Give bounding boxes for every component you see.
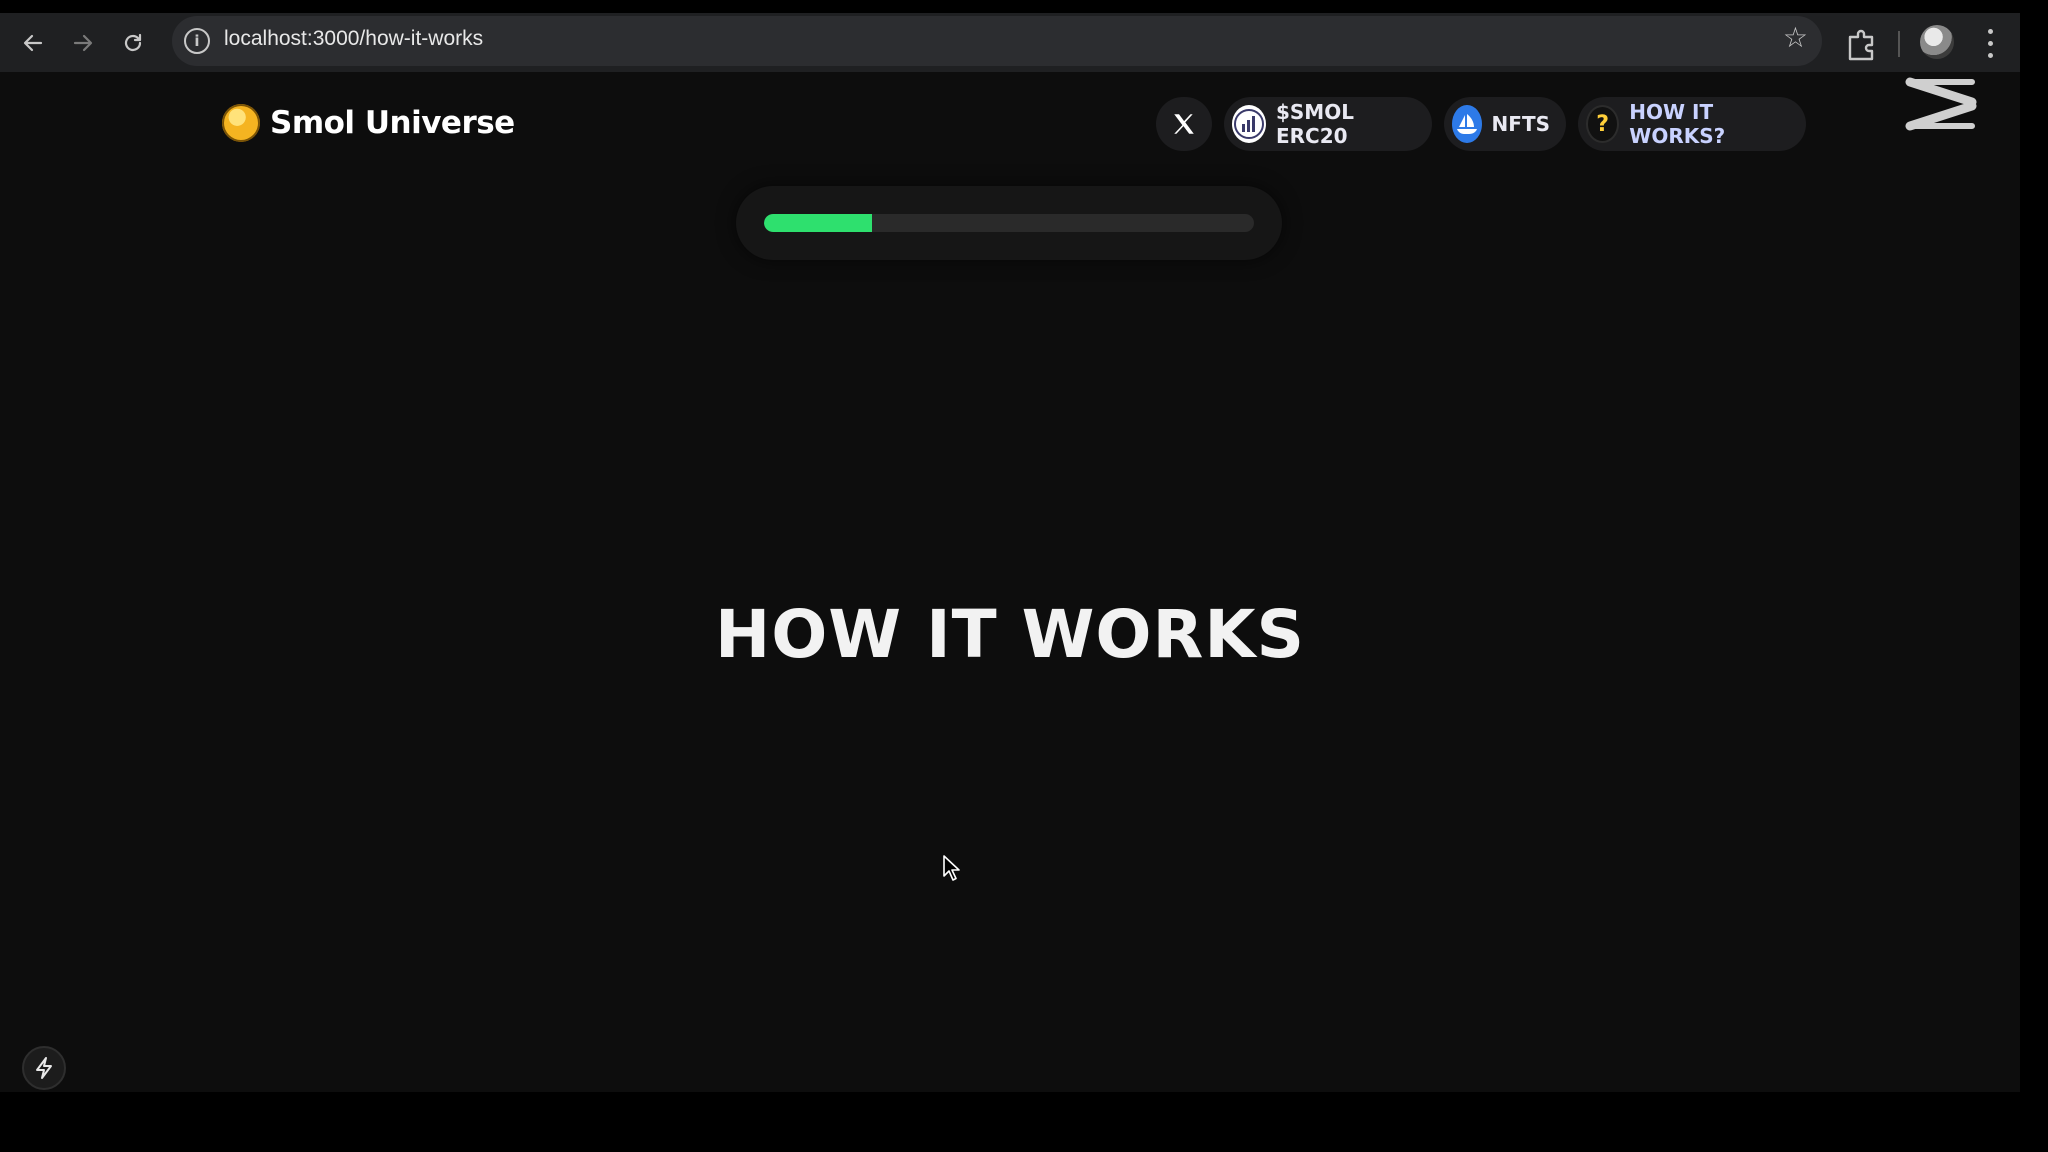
extensions-icon[interactable] [1842, 27, 1882, 61]
smol-erc20-button[interactable]: $SMOL ERC20 [1224, 97, 1432, 151]
nfts-label: NFTS [1491, 112, 1550, 136]
coin-icon [222, 104, 260, 142]
brand-name: Smol Universe [270, 105, 515, 141]
nfts-button[interactable]: NFTS [1444, 97, 1566, 151]
window-edge [2020, 0, 2048, 1092]
smol-erc20-label: $SMOL ERC20 [1275, 100, 1354, 148]
page-content: Smol Universe $SMOL ERC20 NFTS ? HOW IT … [0, 72, 2020, 1092]
site-info-icon[interactable]: i [184, 28, 210, 54]
how-it-works-button[interactable]: ? HOW IT WORKS? [1578, 97, 1806, 151]
chart-bars-icon [1232, 105, 1266, 143]
lightning-bolt-button[interactable] [22, 1046, 66, 1090]
window-bottom-edge [0, 1092, 2048, 1152]
opensea-boat-icon [1452, 105, 1482, 143]
question-mark-icon: ? [1586, 105, 1620, 143]
x-logo-icon [1174, 114, 1194, 134]
progress-card [736, 186, 1282, 260]
lightning-bolt-icon [36, 1057, 52, 1079]
address-bar[interactable]: i localhost:3000/how-it-works ☆ [172, 16, 1822, 66]
profile-avatar[interactable] [1920, 25, 1954, 59]
toolbar-divider [1898, 31, 1900, 57]
back-icon[interactable] [12, 22, 54, 64]
reload-icon[interactable] [112, 22, 154, 64]
bookmark-star-icon[interactable]: ☆ [1783, 24, 1808, 52]
progress-fill [764, 214, 872, 232]
address-url[interactable]: localhost:3000/how-it-works [224, 27, 483, 51]
brand-logo[interactable]: Smol Universe [222, 104, 515, 142]
capcut-watermark-icon [1905, 77, 1977, 131]
mouse-cursor-icon [943, 855, 960, 881]
progress-track [764, 214, 1254, 232]
x-social-button[interactable] [1156, 97, 1212, 151]
browser-toolbar: i localhost:3000/how-it-works ☆ [0, 0, 2020, 72]
browser-menu-icon[interactable] [1980, 25, 2000, 61]
page-title: HOW IT WORKS [714, 596, 1306, 673]
forward-icon[interactable] [62, 22, 104, 64]
how-it-works-label: HOW IT WORKS? [1629, 100, 1726, 148]
